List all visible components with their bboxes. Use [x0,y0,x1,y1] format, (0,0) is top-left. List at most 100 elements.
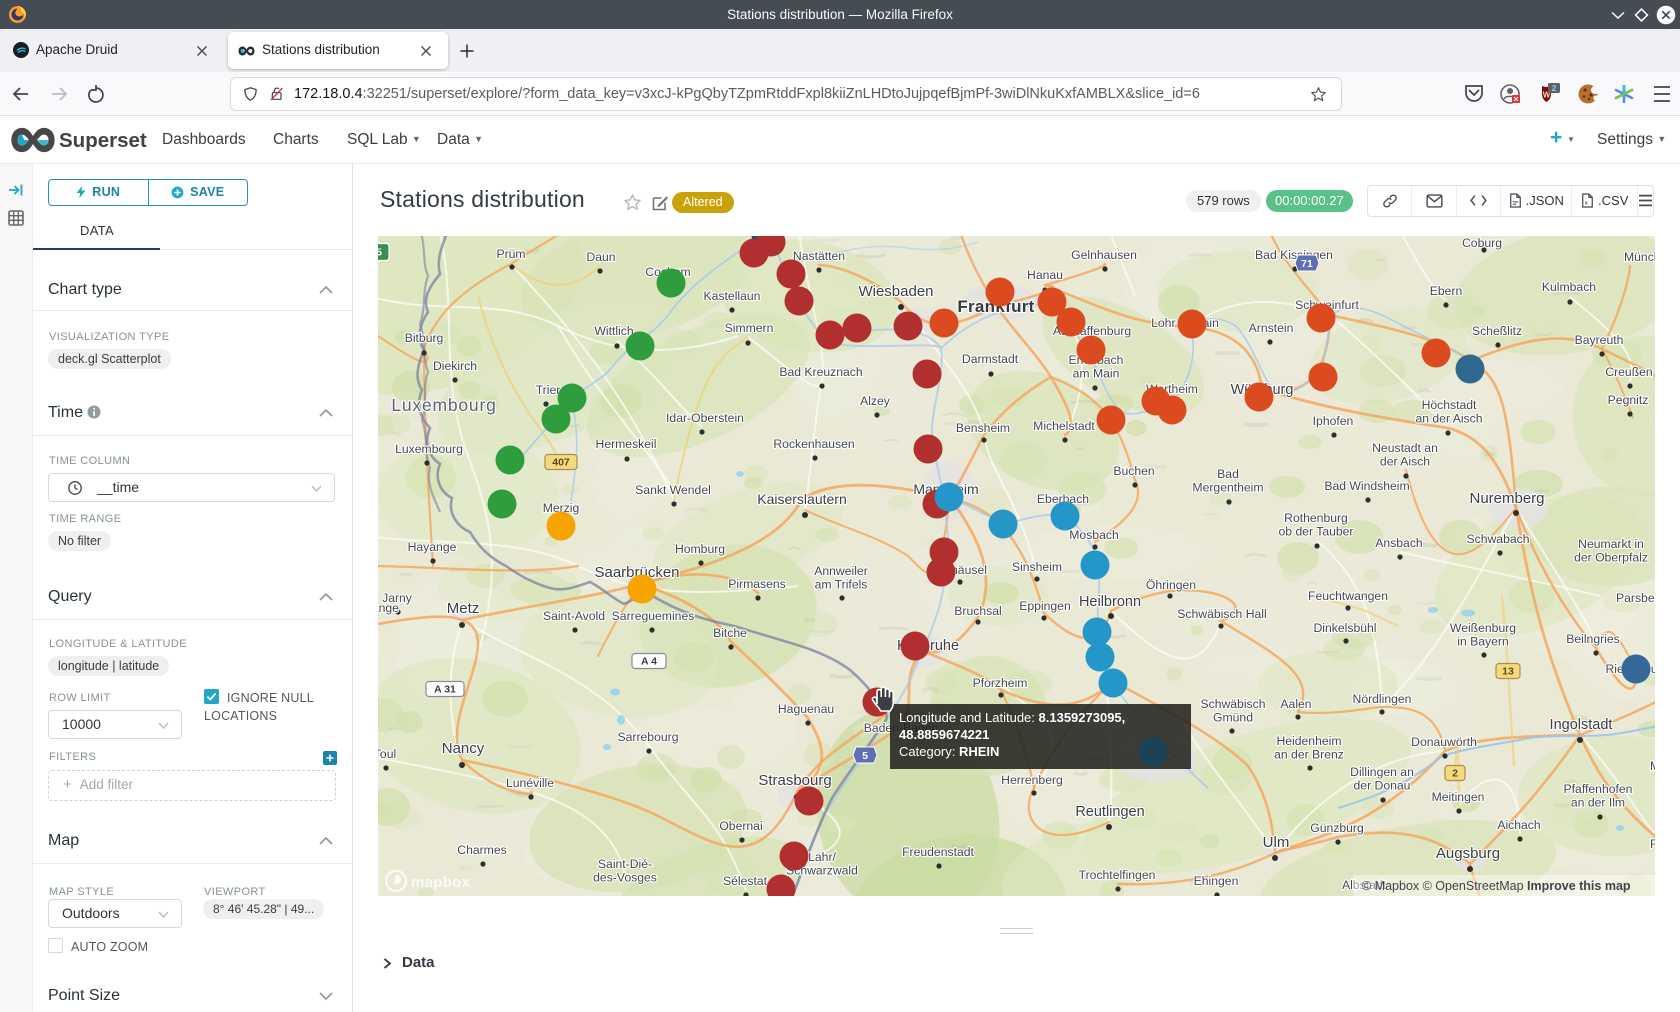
svg-text:Schwäbisch: Schwäbisch [1200,697,1265,711]
svg-text:Ehingen: Ehingen [1194,874,1239,888]
svg-text:Prüm: Prüm [496,247,525,261]
svg-text:Kulmbach: Kulmbach [1542,280,1596,294]
svg-text:Pfaffenhofen: Pfaffenhofen [1564,782,1633,796]
svg-text:Darmstadt: Darmstadt [962,352,1019,366]
svg-text:Daun: Daun [586,250,615,264]
svg-text:Bad: Bad [1217,467,1239,481]
svg-text:5: 5 [862,750,868,762]
svg-text:mapbox: mapbox [411,874,471,891]
svg-text:Höchstadt: Höchstadt [1422,398,1477,412]
svg-text:Pegnitz: Pegnitz [1608,393,1649,407]
svg-text:Buchen: Buchen [1113,464,1154,478]
svg-text:häusel: häusel [951,563,987,577]
svg-text:Bad Kreuznach: Bad Kreuznach [779,365,862,379]
svg-text:Annweiler: Annweiler [814,564,868,578]
svg-text:Dillingen an: Dillingen an [1350,765,1414,779]
svg-text:Luxembourg: Luxembourg [391,395,496,415]
svg-text:Saint-Dié-: Saint-Dié- [598,857,652,871]
svg-text:Heilbronn: Heilbronn [1079,594,1141,610]
svg-text:Kaiserslautern: Kaiserslautern [757,491,847,507]
svg-text:Eppingen: Eppingen [1019,599,1071,613]
svg-text:x: x [1585,201,1588,207]
svg-text:Gmünd: Gmünd [1213,711,1253,725]
svg-text:Mergentheim: Mergentheim [1192,481,1263,495]
svg-text:Bitburg: Bitburg [405,331,444,345]
svg-text:Sankt Wendel: Sankt Wendel [635,483,711,497]
svg-text:Simmern: Simmern [725,321,774,335]
svg-text:Arnstein: Arnstein [1249,321,1294,335]
svg-text:Metz: Metz [447,600,480,617]
svg-text:in Bayern: in Bayern [1457,635,1509,649]
svg-text:Heidenheim: Heidenheim [1276,734,1341,748]
svg-text:Scheßlitz: Scheßlitz [1472,324,1522,338]
svg-text:Alzey: Alzey [860,394,891,408]
svg-text:Bad Kissingen: Bad Kissingen [1255,248,1333,262]
svg-text:Mainburg: Mainburg [1650,759,1655,773]
svg-text:48.8859674221: 48.8859674221 [899,727,989,742]
svg-text:Category: RHEIN: Category: RHEIN [899,744,999,759]
svg-text:Feuchtwangen: Feuchtwangen [1308,589,1388,603]
svg-text:Haguenau: Haguenau [778,702,834,716]
svg-text:Ansbach: Ansbach [1375,536,1422,550]
svg-text:Bruchsal: Bruchsal [954,604,1001,618]
svg-text:Aalen: Aalen [1280,697,1311,711]
svg-text:Hayange: Hayange [408,540,457,554]
svg-text:Homburg: Homburg [675,542,725,556]
svg-text:Luxembourg: Luxembourg [395,442,463,456]
svg-text:2: 2 [1552,83,1557,93]
svg-text:Nastätten: Nastätten [793,249,845,263]
svg-text:Dinkelsbühl: Dinkelsbühl [1313,621,1376,635]
svg-text:407: 407 [552,457,570,469]
svg-text:an der Aisch: an der Aisch [1415,412,1482,426]
svg-text:Gelnhausen: Gelnhausen [1071,248,1137,262]
svg-text:Neumarkt in: Neumarkt in [1578,537,1644,551]
svg-text:71: 71 [1301,258,1313,270]
svg-text:A 31: A 31 [434,684,456,696]
svg-text:Parsberg: Parsberg [1616,591,1655,605]
svg-text:Bayreuth: Bayreuth [1575,333,1624,347]
svg-text:5: 5 [378,247,382,259]
svg-text:Charmes: Charmes [457,843,506,857]
svg-text:am Trifels: am Trifels [815,578,868,592]
svg-text:Neustadt an: Neustadt an [1372,441,1438,455]
svg-text:Nuremberg: Nuremberg [1469,490,1544,507]
svg-text:Mosbach: Mosbach [1069,528,1118,542]
svg-text:Sarrebourg: Sarrebourg [618,730,679,744]
svg-text:Kastellaun: Kastellaun [704,289,761,303]
svg-text:A 4: A 4 [641,656,657,668]
svg-text:Wiesbaden: Wiesbaden [858,283,933,300]
svg-text:Ebern: Ebern [1430,284,1463,298]
svg-text:Hermeskeil: Hermeskeil [596,437,657,451]
svg-text:Donauwörth: Donauwörth [1411,735,1477,749]
svg-text:Pirmasens: Pirmasens [728,577,786,591]
svg-text:der Aisch: der Aisch [1380,455,1430,469]
svg-text:Freudenstadt: Freudenstadt [902,845,974,859]
svg-text:Nördlingen: Nördlingen [1353,692,1412,706]
svg-text:Sélestat: Sélestat [723,874,768,888]
svg-text:Pforzheim: Pforzheim [973,676,1028,690]
svg-text:am Main: am Main [1073,367,1120,381]
svg-text:Saint-Avold: Saint-Avold [543,609,605,623]
svg-text:Reutlingen: Reutlingen [1075,804,1144,820]
svg-text:Strasbourg: Strasbourg [758,772,831,789]
svg-text:Creußen: Creußen [1605,365,1652,379]
svg-text:Hagondange: Hagondange [378,601,399,615]
svg-text:Trochtelfingen: Trochtelfingen [1079,868,1156,882]
svg-text:Sarreguemines: Sarreguemines [612,609,695,623]
svg-text:Aichach: Aichach [1497,818,1540,832]
svg-text:Sinsheim: Sinsheim [1012,560,1062,574]
svg-text:Hanau: Hanau [1027,268,1063,282]
svg-text:Beilngries: Beilngries [1566,632,1620,646]
svg-text:Idar-Oberstein: Idar-Oberstein [666,411,744,425]
svg-text:Günzburg: Günzburg [1310,821,1364,835]
svg-text:Nancy: Nancy [442,740,485,757]
svg-text:Rockenhausen: Rockenhausen [773,437,854,451]
svg-text:Lunéville: Lunéville [506,776,554,790]
svg-text:Obernai: Obernai [719,819,762,833]
svg-text:Diekirch: Diekirch [433,359,477,373]
svg-text:der Donau: der Donau [1354,779,1411,793]
svg-text:Ingolstadt: Ingolstadt [1550,717,1613,733]
svg-text:ob der Tauber: ob der Tauber [1279,525,1354,539]
svg-text:an der Ilm: an der Ilm [1571,796,1625,810]
svg-text:Trier: Trier [536,383,561,397]
